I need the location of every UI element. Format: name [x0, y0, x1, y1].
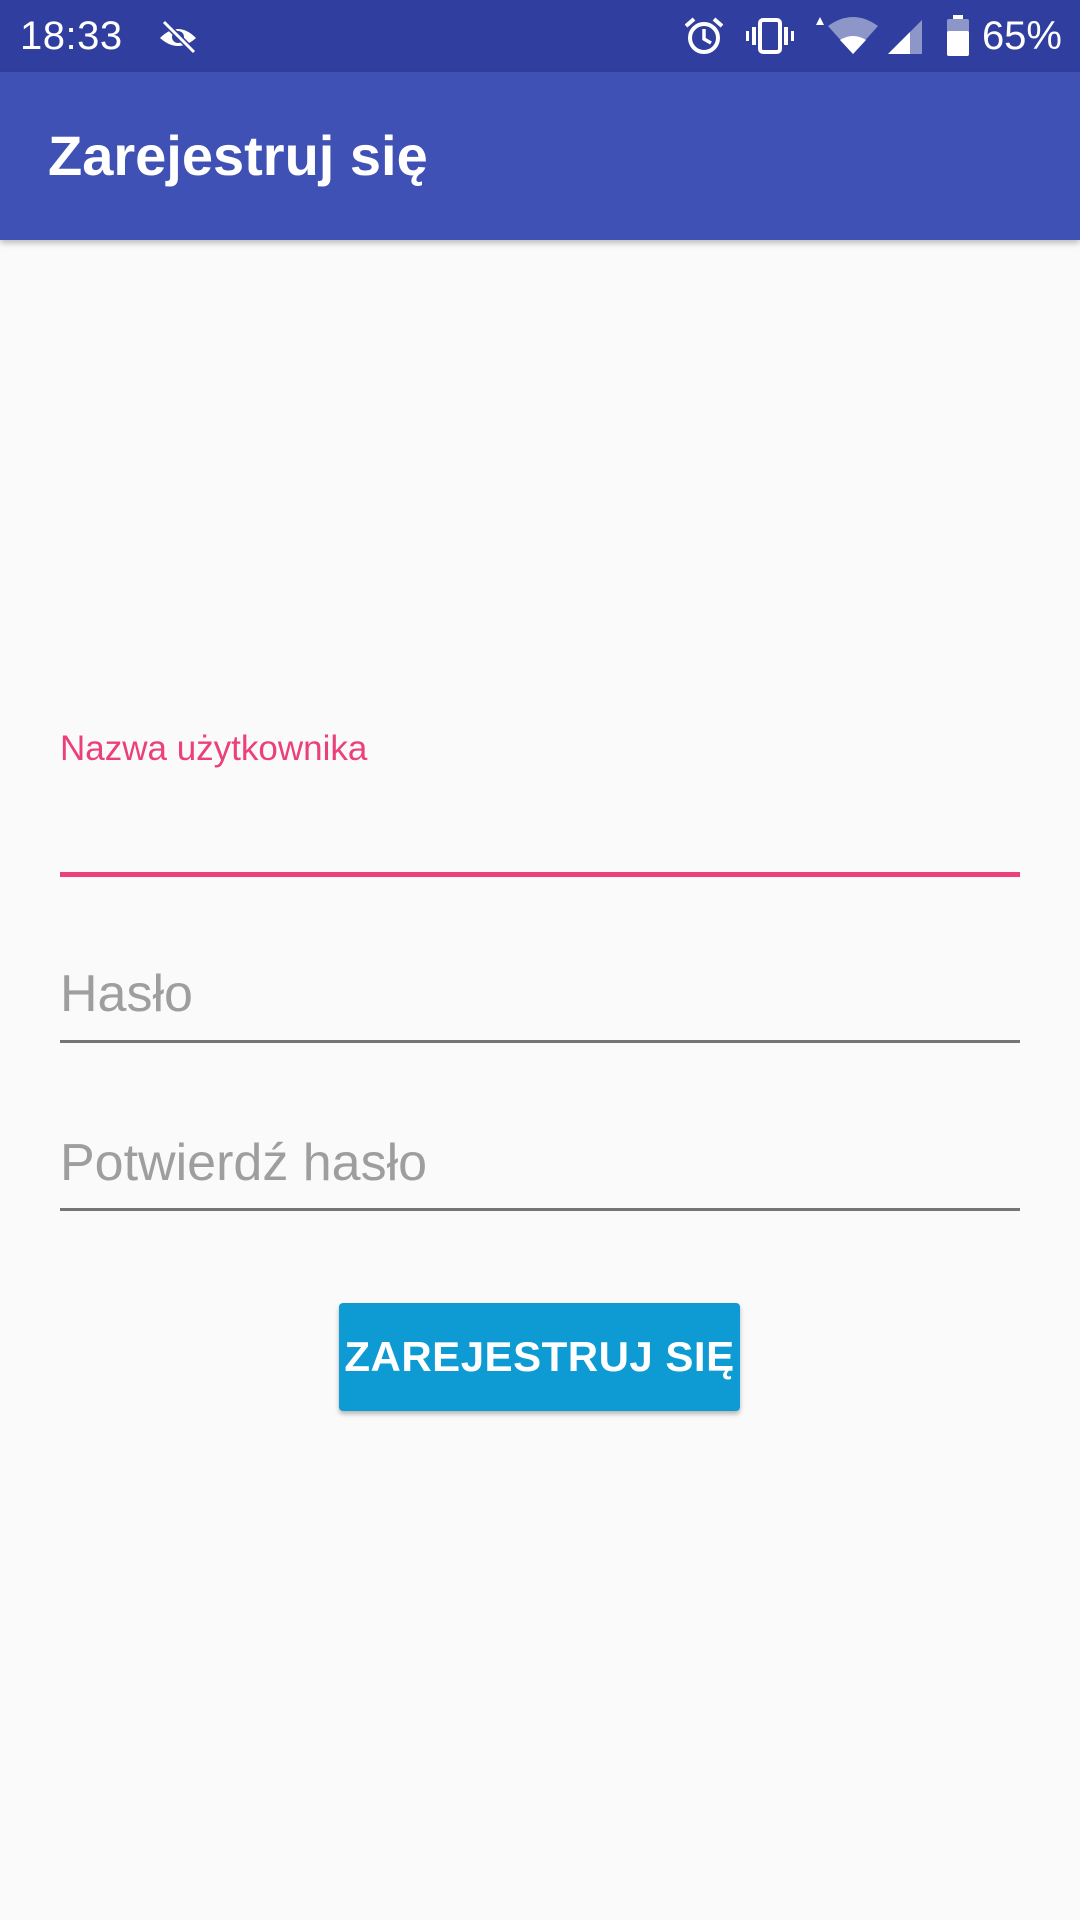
eye-off-icon — [156, 14, 200, 58]
confirm-password-field[interactable] — [60, 1124, 1020, 1214]
page-title: Zarejestruj się — [48, 124, 428, 187]
status-bar: 18:33 65% — [0, 0, 1080, 72]
wifi-icon — [810, 14, 880, 58]
confirm-password-input[interactable] — [60, 1128, 1020, 1198]
battery-icon — [944, 14, 972, 58]
username-underline — [60, 872, 1020, 877]
register-button[interactable]: ZAREJESTRUJ SIĘ — [339, 1303, 740, 1411]
signal-icon — [886, 14, 924, 58]
password-field[interactable] — [60, 955, 1020, 1045]
vibrate-icon — [744, 14, 796, 58]
status-time: 18:33 — [20, 14, 123, 58]
password-underline — [60, 1040, 1020, 1043]
password-input[interactable] — [60, 959, 1020, 1029]
username-field[interactable]: Nazwa użytkownika — [60, 728, 1020, 880]
battery-percentage: 65% — [981, 14, 1062, 58]
app-bar: Zarejestruj się — [0, 72, 1080, 240]
confirm-password-underline — [60, 1208, 1020, 1211]
alarm-icon — [682, 14, 726, 58]
username-label: Nazwa użytkownika — [60, 729, 368, 768]
username-input[interactable] — [60, 794, 1020, 864]
